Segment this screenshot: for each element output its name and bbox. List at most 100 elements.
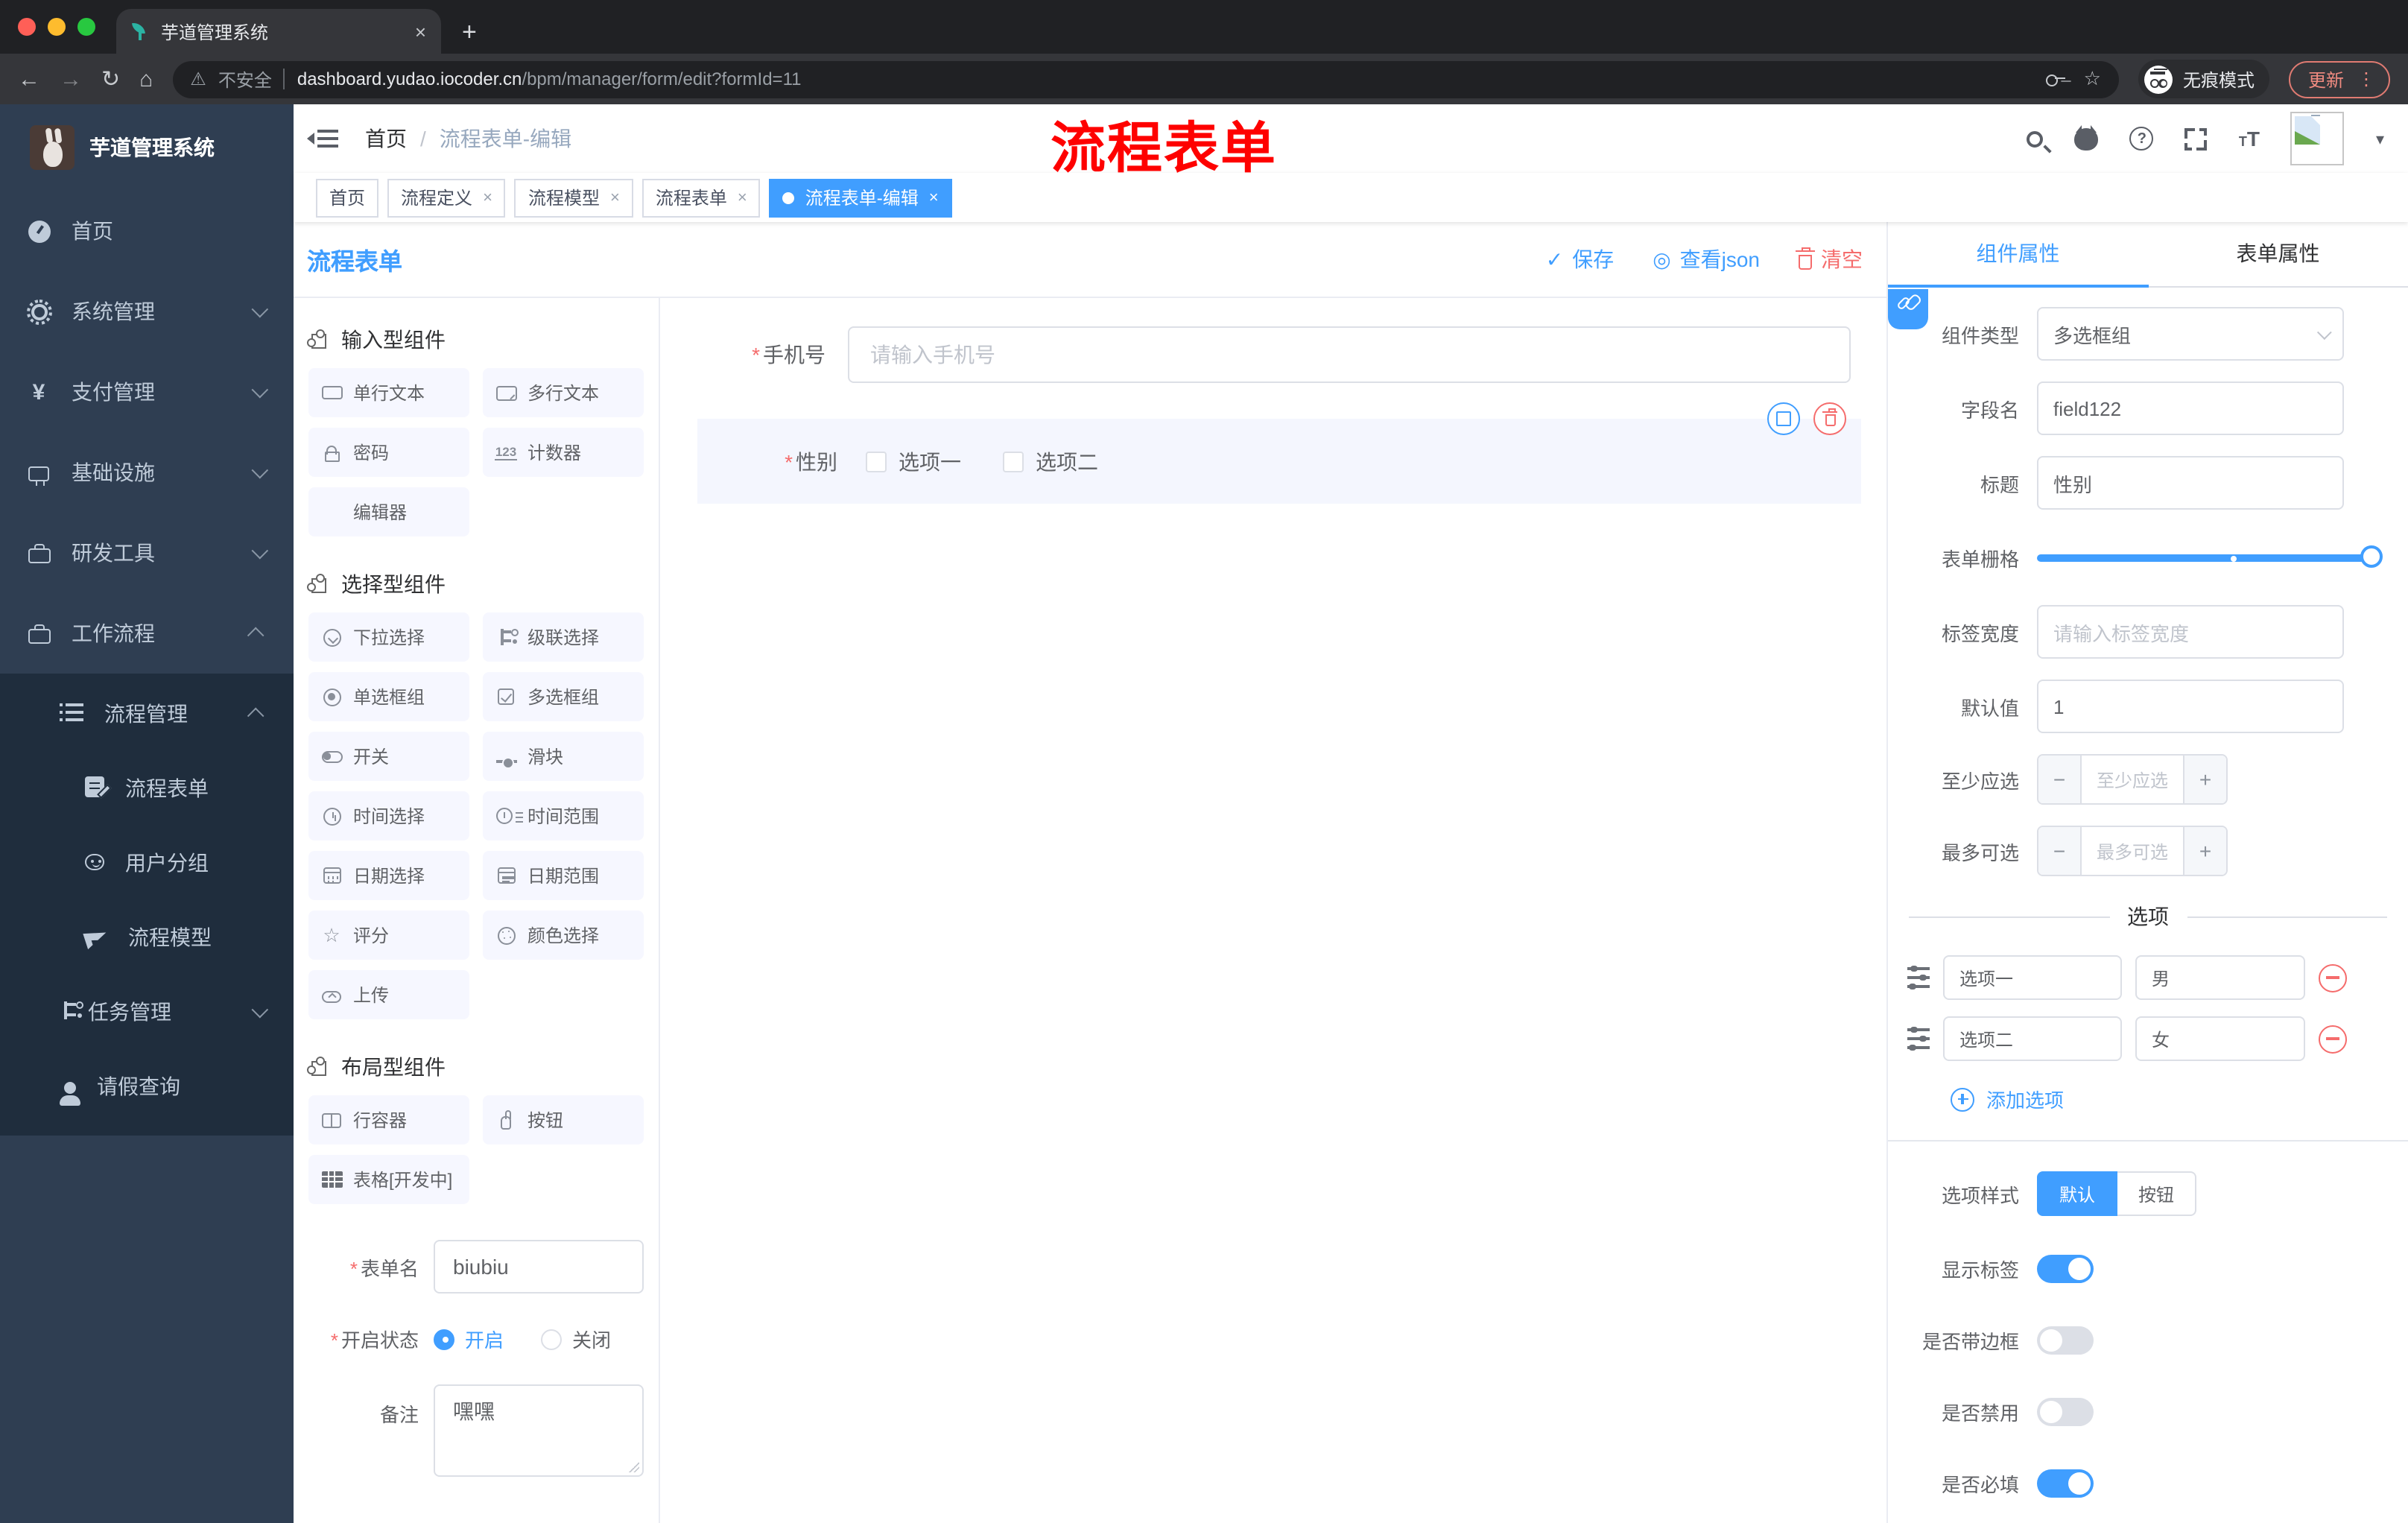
reload-icon[interactable]: ↻	[101, 68, 120, 90]
bookmark-star-icon[interactable]: ☆	[2084, 67, 2101, 91]
clear-button[interactable]: 清空	[1795, 244, 1863, 274]
component-card-time-range[interactable]: 时间范围	[483, 791, 644, 840]
address-bar[interactable]: ⚠ 不安全 dashboard.yudao.iocoder.cn/bpm/man…	[172, 60, 2119, 98]
remove-option-icon[interactable]	[2319, 1025, 2347, 1053]
slider-handle[interactable]	[2360, 545, 2383, 568]
avatar-caret-icon[interactable]: ▾	[2376, 129, 2384, 148]
component-card-checkbox-group[interactable]: 多选框组	[483, 672, 644, 721]
sidebar-item-infra[interactable]: 基础设施	[0, 432, 294, 513]
new-tab-button[interactable]: +	[462, 18, 477, 48]
canvas-field-phone[interactable]: * 手机号 请输入手机号	[660, 326, 1886, 383]
component-card-row-container[interactable]: 行容器	[308, 1095, 469, 1144]
component-card-date[interactable]: 日期选择	[308, 851, 469, 900]
drag-handle-icon[interactable]	[1907, 1026, 1930, 1040]
copy-component-button[interactable]	[1767, 402, 1800, 435]
sidebar-item-user-group[interactable]: 用户分组	[0, 826, 294, 900]
component-card-time[interactable]: 时间选择	[308, 791, 469, 840]
sidebar-item-payment[interactable]: ¥ 支付管理	[0, 352, 294, 432]
field-name-input[interactable]: field122	[2037, 381, 2344, 435]
sidebar-item-process-model[interactable]: 流程模型	[0, 900, 294, 975]
component-card-password[interactable]: 密码	[308, 428, 469, 477]
component-card-textarea[interactable]: 多行文本	[483, 368, 644, 417]
drag-handle-icon[interactable]	[1907, 965, 1930, 979]
close-icon[interactable]: ×	[483, 189, 492, 206]
gender-option1-checkbox[interactable]	[866, 451, 887, 472]
sidebar-item-leave-query[interactable]: 请假查询	[0, 1049, 294, 1124]
phone-input[interactable]: 请输入手机号	[848, 326, 1851, 383]
component-card-switch[interactable]: 开关	[308, 732, 469, 781]
tag-process-definition[interactable]: 流程定义 ×	[387, 178, 506, 217]
sidebar-fold-icon[interactable]	[307, 133, 338, 145]
minus-button[interactable]: −	[2038, 827, 2080, 875]
close-icon[interactable]: ×	[738, 189, 747, 206]
option2-value-input[interactable]: 女	[2135, 1016, 2305, 1061]
component-card-cascader[interactable]: 级联选择	[483, 612, 644, 662]
label-width-input[interactable]: 请输入标签宽度	[2037, 605, 2344, 659]
help-icon[interactable]: ?	[2129, 127, 2154, 151]
component-type-select[interactable]: 多选框组	[2037, 307, 2344, 361]
status-off-label[interactable]: 关闭	[572, 1325, 611, 1353]
tab-form-props[interactable]: 表单属性	[2148, 222, 2408, 288]
sidebar-item-task-mgmt[interactable]: 任务管理	[0, 975, 294, 1049]
option1-label-input[interactable]: 选项一	[1943, 955, 2122, 1000]
github-icon[interactable]	[2074, 124, 2099, 150]
status-on-label[interactable]: 开启	[465, 1325, 504, 1353]
option2-label-input[interactable]: 选项二	[1943, 1016, 2122, 1061]
back-icon[interactable]: ←	[18, 68, 40, 90]
tab-component-props[interactable]: 组件属性	[1888, 222, 2148, 288]
browser-tab[interactable]: 芋道管理系统 ×	[116, 9, 441, 54]
link-badge[interactable]	[1888, 289, 1928, 329]
plus-button[interactable]: +	[2184, 827, 2226, 875]
component-card-text-input[interactable]: 单行文本	[308, 368, 469, 417]
component-card-upload[interactable]: 上传	[308, 970, 469, 1019]
close-window-button[interactable]	[18, 18, 36, 36]
sidebar-item-devtools[interactable]: 研发工具	[0, 513, 294, 593]
add-option-button[interactable]: 添加选项	[1951, 1085, 2408, 1113]
disabled-toggle[interactable]	[2037, 1398, 2094, 1426]
component-card-table[interactable]: 表格[开发中]	[308, 1155, 469, 1204]
update-button[interactable]: 更新 ⋮	[2288, 60, 2390, 98]
sidebar-item-process-mgmt[interactable]: 流程管理	[0, 677, 294, 751]
component-card-rate[interactable]: ☆ 评分	[308, 911, 469, 960]
option1-value-input[interactable]: 男	[2135, 955, 2305, 1000]
status-off-radio[interactable]	[541, 1329, 563, 1349]
tag-process-form[interactable]: 流程表单 ×	[641, 178, 761, 217]
sidebar-item-process-form[interactable]: 流程表单	[0, 751, 294, 826]
component-card-color[interactable]: 颜色选择	[483, 911, 644, 960]
close-icon[interactable]: ×	[929, 189, 939, 206]
status-on-radio[interactable]	[434, 1329, 454, 1349]
gender-option2-checkbox[interactable]	[1003, 451, 1024, 472]
component-card-radio-group[interactable]: 单选框组	[308, 672, 469, 721]
component-card-select[interactable]: 下拉选择	[308, 612, 469, 662]
minus-button[interactable]: −	[2038, 756, 2080, 803]
style-button-button[interactable]: 按钮	[2117, 1171, 2197, 1216]
remove-option-icon[interactable]	[2319, 963, 2347, 992]
plus-button[interactable]: +	[2184, 756, 2226, 803]
tag-process-model[interactable]: 流程模型 ×	[514, 178, 633, 217]
max-select-stepper[interactable]: − 最多可选 +	[2037, 826, 2228, 876]
zoom-window-button[interactable]	[77, 18, 95, 36]
window-controls[interactable]	[0, 0, 116, 54]
font-size-icon[interactable]: TT	[2239, 128, 2260, 149]
gender-option2-label[interactable]: 选项二	[1036, 446, 1098, 476]
breadcrumb-home[interactable]: 首页	[365, 124, 407, 153]
search-icon[interactable]	[2027, 130, 2044, 147]
save-button[interactable]: ✓ 保存	[1546, 244, 1614, 274]
tag-home[interactable]: 首页	[316, 178, 379, 217]
canvas-field-gender-selected[interactable]: * 性别 选项一 选项二	[697, 402, 1861, 504]
title-input[interactable]: 性别	[2037, 456, 2344, 510]
browser-menu-icon[interactable]: ⋮	[2357, 69, 2375, 89]
tag-process-form-edit[interactable]: 流程表单-编辑 ×	[769, 178, 952, 217]
gender-option1-label[interactable]: 选项一	[899, 446, 961, 476]
min-select-stepper[interactable]: − 至少应选 +	[2037, 754, 2228, 805]
component-card-editor[interactable]: 编辑器	[308, 487, 469, 536]
component-card-slider[interactable]: 滑块	[483, 732, 644, 781]
component-card-counter[interactable]: 123 计数器	[483, 428, 644, 477]
remark-textarea[interactable]: 嘿嘿	[434, 1384, 644, 1477]
component-card-button[interactable]: 按钮	[483, 1095, 644, 1144]
sidebar-item-workflow[interactable]: 工作流程	[0, 593, 294, 674]
forward-icon[interactable]: →	[60, 68, 82, 90]
show-label-toggle[interactable]	[2037, 1255, 2094, 1283]
password-key-icon[interactable]	[2046, 69, 2066, 89]
fullscreen-icon[interactable]	[2184, 127, 2208, 150]
